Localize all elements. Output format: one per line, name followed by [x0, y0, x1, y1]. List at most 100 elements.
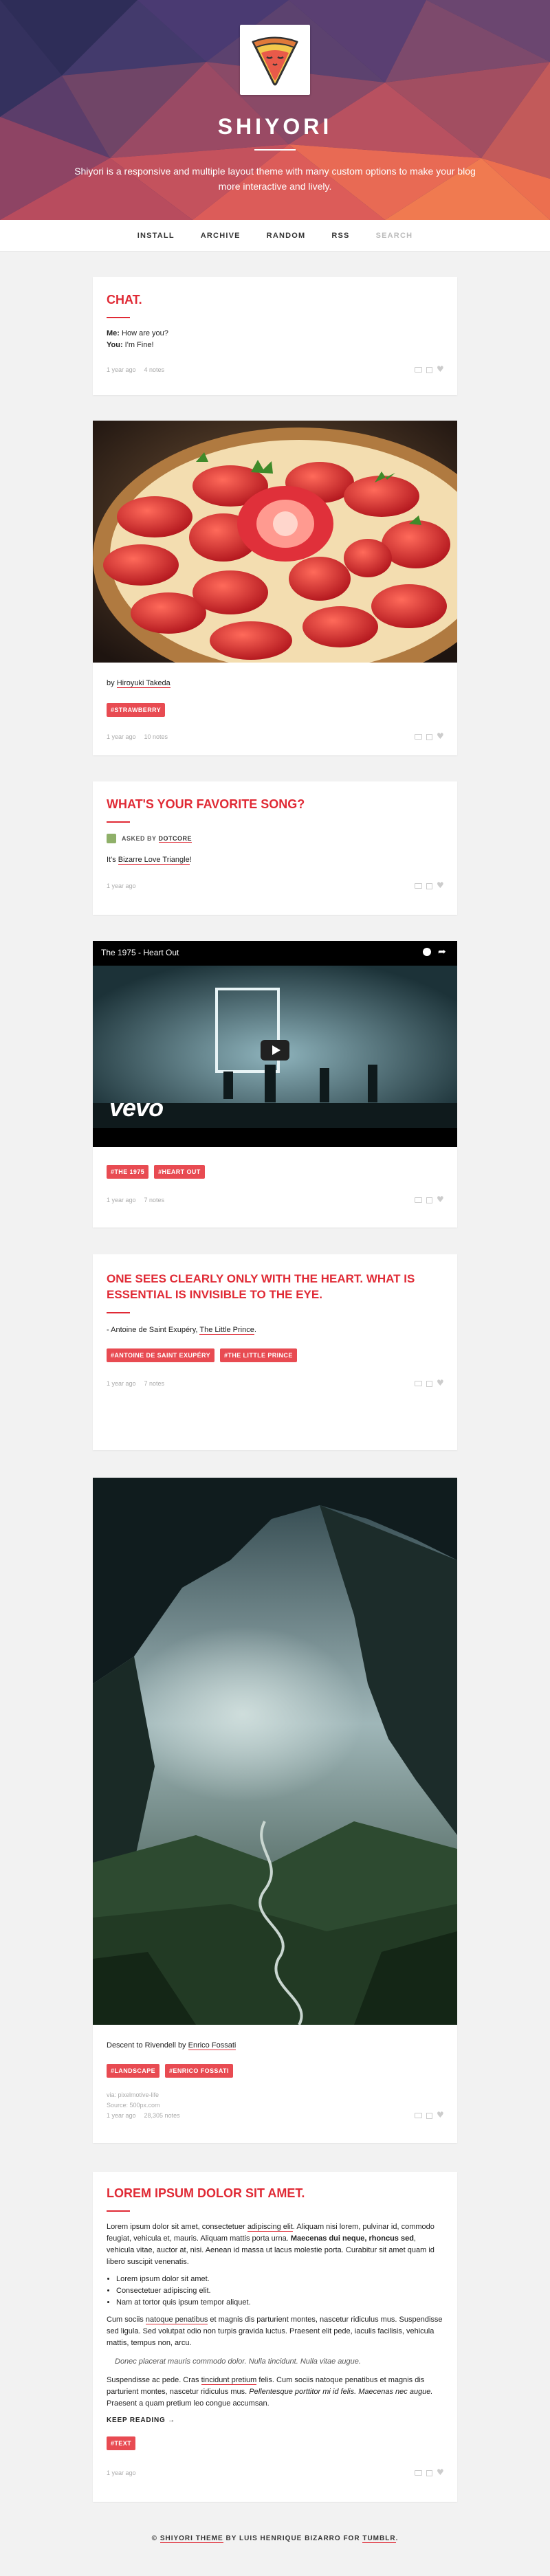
share-icon[interactable] [426, 1197, 432, 1203]
play-button[interactable] [261, 1040, 289, 1061]
nav-install[interactable]: INSTALL [138, 232, 175, 240]
reblog-icon[interactable] [415, 734, 422, 740]
nav-rss[interactable]: RSS [331, 232, 349, 240]
share-icon[interactable] [426, 733, 432, 740]
post-meta: 1 year ago 7 notes [107, 1195, 444, 1204]
heart-icon[interactable] [437, 1195, 444, 1204]
photographer-link[interactable]: Hiroyuki Takeda [116, 679, 170, 688]
post-title[interactable]: LOREM IPSUM DOLOR SIT AMET. [107, 2186, 443, 2201]
keep-reading-link[interactable]: KEEP READING → [107, 2417, 175, 2424]
reblog-icon[interactable] [415, 883, 422, 889]
post-date[interactable]: 1 year ago [107, 1197, 136, 1203]
post-notes[interactable]: 10 notes [144, 733, 168, 740]
footer-for: FOR [340, 2535, 363, 2542]
share-icon[interactable] [426, 882, 432, 889]
author-link[interactable]: LUIS HENRIQUE BIZARRO [239, 2535, 341, 2542]
tag-landscape[interactable]: #LANDSCAPE [107, 2064, 160, 2078]
book-link[interactable]: The Little Prince [199, 1326, 254, 1335]
tag-list: #STRAWBERRY [107, 703, 443, 717]
ask-post: WHAT'S YOUR FAVORITE SONG? ASKED BY DOTC… [93, 781, 457, 915]
post-notes[interactable]: 28,305 notes [144, 2112, 180, 2119]
title-underline [107, 317, 130, 318]
video-player[interactable]: The 1975 - Heart Out ➦ vevo [93, 941, 457, 1147]
source-link[interactable]: Source: 500px.com [107, 2100, 443, 2111]
quote-text[interactable]: ONE SEES CLEARLY ONLY WITH THE HEART. WH… [107, 1271, 443, 1302]
share-icon[interactable] [426, 2469, 432, 2476]
caption-text: by [107, 679, 117, 687]
nav-search[interactable]: SEARCH [376, 232, 413, 240]
text-run: Lorem ipsum dolor sit amet, consectetuer [107, 2223, 248, 2231]
nav-archive[interactable]: ARCHIVE [201, 232, 241, 240]
tag-heart-out[interactable]: #HEART OUT [154, 1165, 205, 1179]
song-link[interactable]: Bizarre Love Triangle [118, 856, 190, 865]
post-date[interactable]: 1 year ago [107, 882, 136, 889]
chat-lines: Me: How are you? You: I'm Fine! [107, 328, 443, 351]
post-notes[interactable]: 7 notes [144, 1197, 165, 1203]
title-divider [254, 149, 296, 151]
reblog-icon[interactable] [415, 2113, 422, 2118]
strawberry-tart-image [93, 421, 457, 663]
reblog-icon[interactable] [415, 1197, 422, 1203]
reblog-icon[interactable] [415, 1381, 422, 1386]
tag-exupery[interactable]: #ANTOINE DE SAINT EXUPÉRY [107, 1348, 215, 1362]
post-notes[interactable]: 4 notes [144, 366, 165, 373]
post-date[interactable]: 1 year ago [107, 2112, 136, 2119]
photographer-link[interactable]: Enrico Fossati [188, 2041, 236, 2050]
tag-little-prince[interactable]: #THE LITTLE PRINCE [220, 1348, 297, 1362]
asker-link[interactable]: DOTCORE [158, 835, 192, 843]
quote-post: ONE SEES CLEARLY ONLY WITH THE HEART. WH… [93, 1254, 457, 1450]
site-description: Shiyori is a responsive and multiple lay… [74, 166, 476, 192]
video-title[interactable]: The 1975 - Heart Out [101, 948, 179, 957]
post-date[interactable]: 1 year ago [107, 1380, 136, 1387]
tag-strawberry[interactable]: #STRAWBERRY [107, 703, 166, 717]
platform-link[interactable]: TUMBLR [362, 2535, 396, 2543]
post-notes[interactable]: 7 notes [144, 1380, 165, 1387]
share-arrow-icon[interactable]: ➦ [438, 946, 446, 957]
site-title[interactable]: SHIYORI [0, 114, 550, 140]
caption-text: Descent to Rivendell by [107, 2041, 188, 2050]
post-meta: 1 year ago [107, 2467, 444, 2477]
tag-list: #LANDSCAPE #ENRICO FOSSATI [107, 2064, 443, 2078]
reblog-icon[interactable] [415, 2470, 422, 2476]
source-suffix: . [254, 1326, 256, 1334]
post-date[interactable]: 1 year ago [107, 366, 136, 373]
heart-icon[interactable] [437, 731, 444, 741]
theme-link[interactable]: SHIYORI THEME [160, 2535, 223, 2543]
text-run: Suspendisse ac pede. Cras [107, 2376, 201, 2384]
tag-the-1975[interactable]: #THE 1975 [107, 1165, 149, 1179]
post-meta: 1 year ago 4 notes [107, 364, 444, 374]
post-date[interactable]: 1 year ago [107, 2469, 136, 2476]
landscape-post: Descent to Rivendell by Enrico Fossati #… [93, 1478, 457, 2143]
inline-link[interactable]: natoque penatibus [145, 2316, 208, 2324]
chat-text: How are you? [119, 329, 168, 337]
reblog-icon[interactable] [415, 367, 422, 373]
strawberry-tart-photo[interactable] [93, 421, 457, 663]
answer-text: It's [107, 856, 118, 864]
post-title[interactable]: WHAT'S YOUR FAVORITE SONG? [107, 797, 443, 812]
share-icon[interactable] [426, 366, 432, 373]
share-icon[interactable] [426, 2112, 432, 2119]
post-date[interactable]: 1 year ago [107, 733, 136, 740]
heart-icon[interactable] [437, 880, 444, 890]
site-logo[interactable] [240, 25, 310, 95]
inline-link[interactable]: tincidunt pretium [201, 2376, 257, 2385]
clock-icon[interactable] [423, 948, 431, 956]
asker-avatar[interactable] [107, 834, 116, 843]
copyright-symbol: © [151, 2535, 160, 2542]
inline-link[interactable]: adipiscing elit [247, 2223, 293, 2232]
post-title[interactable]: CHAT. [107, 292, 443, 307]
tag-enrico-fossati[interactable]: #ENRICO FOSSATI [165, 2064, 233, 2078]
share-icon[interactable] [426, 1380, 432, 1387]
heart-icon[interactable] [437, 2467, 444, 2477]
landscape-photo[interactable] [93, 1478, 457, 2025]
answer-suffix: ! [189, 856, 192, 864]
heart-icon[interactable] [437, 364, 444, 374]
tag-text[interactable]: #TEXT [107, 2436, 136, 2450]
footer-by: BY [223, 2535, 239, 2542]
nav-random[interactable]: RANDOM [267, 232, 306, 240]
via-link[interactable]: via: pixelmotive-life [107, 2090, 443, 2100]
heart-icon[interactable] [437, 1378, 444, 1388]
heart-icon[interactable] [437, 2110, 444, 2120]
vevo-logo: vevo [109, 1093, 164, 1122]
chat-text: I'm Fine! [122, 341, 154, 349]
